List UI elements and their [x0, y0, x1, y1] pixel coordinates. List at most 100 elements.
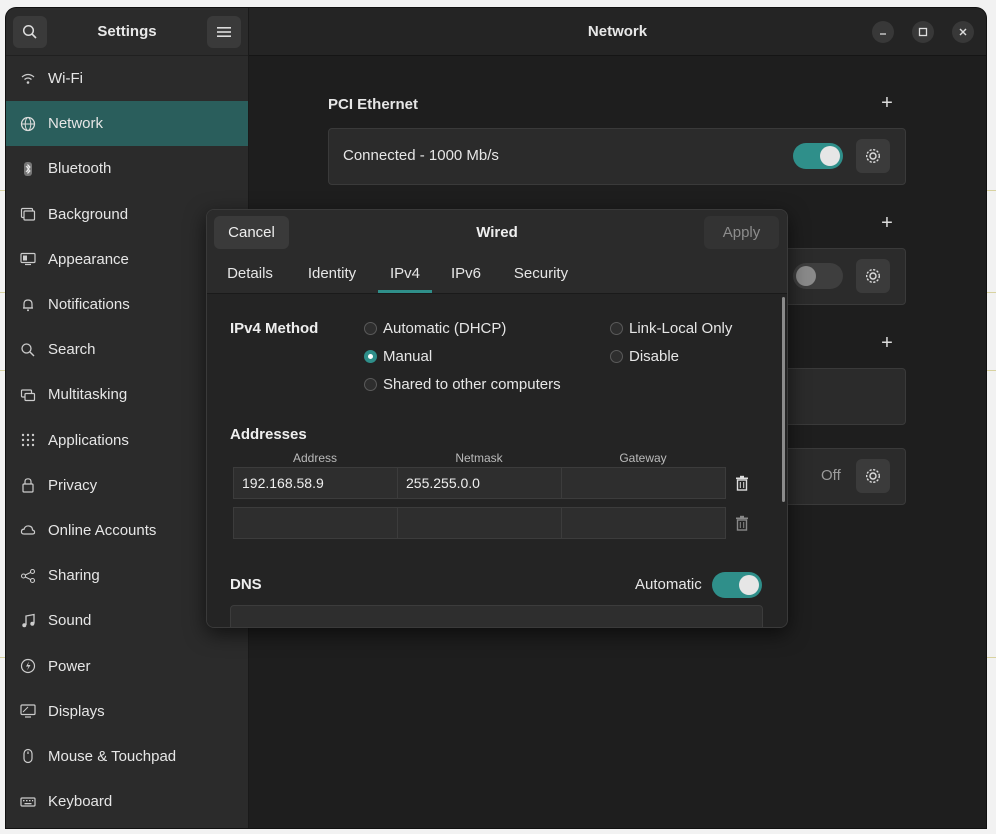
grid-icon [20, 432, 36, 448]
sidebar-item-label: Applications [48, 431, 129, 449]
appearance-icon [20, 251, 36, 267]
wired-dialog: Cancel Wired Apply Details Identity IPv4… [206, 209, 788, 628]
gear-icon [865, 148, 881, 164]
radio-shared[interactable]: Shared to other computers [364, 376, 561, 393]
trash-icon [736, 515, 748, 531]
sidebar-item-label: Search [48, 341, 96, 359]
radio-link-local-only[interactable]: Link-Local Only [610, 320, 732, 337]
vpn-toggle[interactable] [793, 263, 843, 289]
radio-automatic-dhcp[interactable]: Automatic (DHCP) [364, 320, 506, 337]
sidebar-item-label: Keyboard [48, 793, 113, 811]
multitasking-icon [20, 387, 36, 403]
netmask-field[interactable]: 255.255.0.0 [397, 467, 562, 499]
sidebar-item-label: Notifications [48, 296, 130, 314]
address-field[interactable]: 192.168.58.9 [233, 467, 398, 499]
minimize-icon [880, 33, 886, 35]
column-header-gateway: Gateway [619, 451, 667, 465]
mouse-icon [20, 748, 36, 764]
sidebar-item-label: Power [48, 657, 91, 675]
pci-ethernet-title: PCI Ethernet [328, 96, 419, 113]
maximize-button[interactable] [912, 21, 934, 43]
globe-icon [20, 116, 36, 132]
gateway-field[interactable] [561, 467, 726, 499]
wifi-icon [20, 71, 36, 87]
dialog-body: IPv4 Method Automatic (DHCP) Link-Local … [207, 294, 787, 627]
sidebar-item-label: Appearance [48, 250, 129, 268]
radio-label: Manual [383, 348, 433, 365]
trash-icon [736, 475, 748, 491]
sidebar-item-wifi[interactable]: Wi-Fi [6, 56, 248, 101]
dialog-tabs: Details Identity IPv4 IPv6 Security [207, 255, 787, 294]
connection-status: Connected - 1000 Mb/s [343, 147, 499, 164]
minimize-button[interactable] [872, 21, 894, 43]
share-icon [20, 568, 36, 584]
sidebar-item-label: Wi-Fi [48, 70, 83, 88]
ipv4-method-label: IPv4 Method [230, 320, 319, 337]
dns-automatic-toggle[interactable] [712, 572, 762, 598]
tab-security[interactable]: Security [507, 255, 575, 293]
sidebar-item-displays[interactable]: Displays [6, 689, 248, 734]
display-icon [20, 703, 36, 719]
radio-label: Link-Local Only [629, 320, 733, 337]
dns-servers-field[interactable] [230, 605, 763, 627]
sidebar-item-label: Multitasking [48, 386, 128, 404]
dialog-title: Wired [476, 224, 518, 241]
tab-ipv4[interactable]: IPv4 [378, 255, 432, 293]
sidebar-item-label: Bluetooth [48, 160, 112, 178]
sidebar-item-bluetooth[interactable]: Bluetooth [6, 146, 248, 191]
ethernet-settings-button[interactable] [856, 139, 890, 173]
column-header-address: Address [292, 451, 338, 465]
close-button[interactable] [952, 21, 974, 43]
delete-row-button[interactable] [725, 507, 759, 539]
sidebar-item-label: Displays [48, 702, 105, 720]
sidebar-item-label: Online Accounts [48, 521, 157, 539]
radio-disable[interactable]: Disable [610, 348, 679, 365]
bell-icon [20, 297, 36, 313]
address-field[interactable] [233, 507, 398, 539]
add-button[interactable]: + [877, 332, 897, 355]
main-header: Network [249, 8, 986, 56]
vpn-settings-button[interactable] [856, 259, 890, 293]
radio-indicator [610, 350, 623, 363]
sidebar-item-label: Sound [48, 612, 92, 630]
radio-indicator [364, 378, 377, 391]
apply-button[interactable]: Apply [704, 216, 779, 249]
radio-indicator-selected [364, 350, 377, 363]
ethernet-toggle[interactable] [793, 143, 843, 169]
radio-indicator [610, 322, 623, 335]
delete-row-button[interactable] [725, 467, 759, 499]
lock-icon [20, 477, 36, 493]
bluetooth-icon [20, 161, 36, 177]
close-icon [959, 28, 967, 36]
radio-label: Disable [629, 348, 680, 365]
tab-ipv6[interactable]: IPv6 [445, 255, 487, 293]
keyboard-icon [20, 794, 36, 810]
radio-label: Automatic (DHCP) [383, 320, 507, 337]
sidebar-item-label: Privacy [48, 476, 98, 494]
gear-icon [865, 268, 881, 284]
add-vpn-button[interactable]: + [877, 212, 897, 235]
dns-label: DNS [230, 576, 262, 593]
menu-button[interactable] [207, 16, 241, 48]
sidebar-item-network[interactable]: Network [6, 101, 248, 147]
background-icon [20, 206, 36, 222]
search-icon [20, 342, 36, 358]
netmask-field[interactable] [397, 507, 562, 539]
maximize-icon [918, 27, 928, 37]
sidebar-item-power[interactable]: Power [6, 643, 248, 688]
addresses-label: Addresses [230, 426, 307, 443]
proxy-settings-button[interactable] [856, 459, 890, 493]
add-connection-button[interactable]: + [877, 92, 897, 115]
tab-identity[interactable]: Identity [299, 255, 365, 293]
dialog-scrollbar[interactable] [782, 297, 785, 502]
sidebar-item-keyboard[interactable]: Keyboard [6, 779, 248, 824]
dialog-header: Cancel Wired Apply [207, 210, 787, 255]
pci-ethernet-card: Connected - 1000 Mb/s [328, 128, 906, 185]
tab-details[interactable]: Details [221, 255, 279, 293]
sidebar-item-label: Background [48, 205, 129, 223]
gateway-field[interactable] [561, 507, 726, 539]
power-icon [20, 658, 36, 674]
sidebar-item-mouse-touchpad[interactable]: Mouse & Touchpad [6, 734, 248, 779]
radio-label: Shared to other computers [383, 376, 561, 393]
radio-manual[interactable]: Manual [364, 348, 432, 365]
